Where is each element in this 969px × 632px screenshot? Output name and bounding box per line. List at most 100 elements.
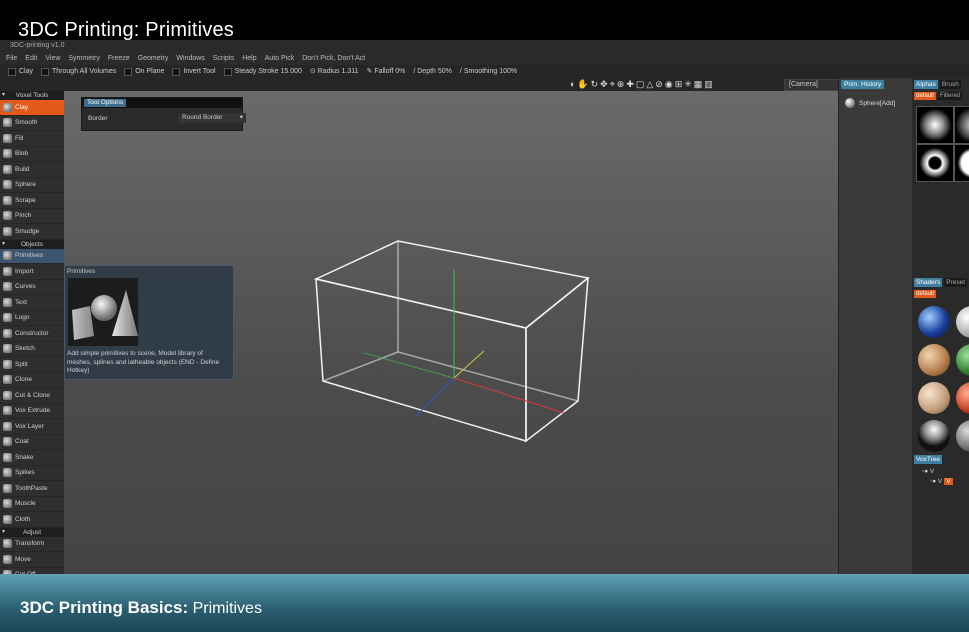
tool-pinch[interactable]: Pinch bbox=[0, 209, 64, 224]
radius-field[interactable]: ⊙ Radius 1.311 bbox=[310, 65, 359, 78]
steady-stroke-field[interactable]: Steady Stroke 15.000 bbox=[223, 65, 302, 78]
tool-import[interactable]: Import bbox=[0, 264, 64, 280]
tool-label: Move bbox=[15, 555, 31, 563]
tool-icon bbox=[3, 313, 12, 323]
alphas-tab[interactable]: Alphas bbox=[914, 80, 938, 89]
tool-clone[interactable]: Clone bbox=[0, 373, 64, 388]
tool-fill[interactable]: Fill bbox=[0, 131, 64, 147]
tool-vox-layer[interactable]: Vox Layer bbox=[0, 419, 64, 435]
menu-item[interactable]: Symmetry bbox=[68, 52, 100, 65]
tool-split[interactable]: Split bbox=[0, 357, 64, 373]
primitives-preview-icon bbox=[72, 290, 138, 340]
shader-swatch[interactable] bbox=[918, 382, 950, 414]
tool-icon bbox=[8, 67, 16, 76]
tool-label: Constructor bbox=[15, 329, 49, 337]
shader-swatch[interactable] bbox=[918, 344, 950, 376]
section-header-voxel-tools[interactable]: Voxel Tools bbox=[0, 91, 64, 100]
depth-field[interactable]: / Depth 50% bbox=[413, 65, 452, 78]
voxtree-tabs: VoxTree bbox=[914, 455, 942, 464]
tool-curves[interactable]: Curves bbox=[0, 280, 64, 295]
section-header-objects[interactable]: Objects bbox=[0, 239, 64, 249]
menu-item[interactable]: Scripts bbox=[213, 52, 234, 65]
shader-swatch[interactable] bbox=[956, 344, 969, 376]
menu-item[interactable]: Auto Pick bbox=[265, 52, 295, 65]
tool-vox-extrude[interactable]: Vox Extrude bbox=[0, 404, 64, 419]
menu-item[interactable]: View bbox=[45, 52, 60, 65]
tool-logo[interactable]: Logo bbox=[0, 311, 64, 326]
tool-snake[interactable]: Snake bbox=[0, 450, 64, 466]
shaders-tab[interactable]: Shaders bbox=[914, 278, 943, 287]
tool-cut-clone[interactable]: Cut & Clone bbox=[0, 388, 64, 404]
alphas-filtered-tag[interactable]: Filtered bbox=[938, 92, 963, 100]
alphas-default-tag[interactable]: default bbox=[914, 92, 937, 100]
presets-tab[interactable]: Preset bbox=[944, 278, 968, 287]
tool-transform[interactable]: Transform bbox=[0, 537, 64, 552]
shader-swatch[interactable] bbox=[918, 306, 950, 338]
tool-cloth[interactable]: Cloth bbox=[0, 512, 64, 528]
tool-move[interactable]: Move bbox=[0, 552, 64, 568]
tool-muscle[interactable]: Muscle bbox=[0, 497, 64, 512]
tool-options-tab[interactable]: Tool Options bbox=[84, 99, 127, 107]
tool-coat[interactable]: Coat bbox=[0, 435, 64, 450]
tool-label: Primitives bbox=[15, 252, 44, 260]
current-tool[interactable]: Clay bbox=[8, 65, 33, 78]
shader-swatch[interactable] bbox=[956, 420, 969, 452]
view-tool-icons[interactable]: ◐✋↻✥⌖⊕✚▢△⊘◉⊞✳▦▥ bbox=[570, 79, 715, 90]
section-header-adjust[interactable]: Adjust bbox=[0, 527, 64, 537]
sphere-icon bbox=[845, 98, 855, 108]
voxtree-root[interactable]: ◦● V bbox=[922, 468, 934, 475]
tool-smudge[interactable]: Smudge bbox=[0, 224, 64, 240]
menu-item[interactable]: Edit bbox=[25, 52, 37, 65]
prim-history-tab[interactable]: Prim. History bbox=[841, 80, 885, 89]
voxtree-tab[interactable]: VoxTree bbox=[914, 455, 942, 464]
shaders-default-tag[interactable]: default bbox=[914, 290, 937, 298]
tool-blob[interactable]: Blob bbox=[0, 147, 64, 162]
shader-swatch[interactable] bbox=[956, 382, 969, 414]
brush-alpha-4[interactable] bbox=[954, 144, 969, 182]
menu-item[interactable]: Freeze bbox=[108, 52, 130, 65]
smoothing-field[interactable]: / Smoothing 100% bbox=[460, 65, 517, 78]
tool-label: Text bbox=[15, 298, 27, 306]
tool-label: Clone bbox=[15, 376, 32, 384]
tool-clay[interactable]: Clay bbox=[0, 100, 64, 116]
history-item[interactable]: Sphere[Add] bbox=[845, 98, 895, 108]
voxtree-item[interactable]: ◦● V V bbox=[930, 478, 953, 485]
shader-swatch[interactable] bbox=[918, 420, 950, 452]
tool-scrape[interactable]: Scrape bbox=[0, 193, 64, 209]
menu-item[interactable]: Geometry bbox=[138, 52, 169, 65]
on-plane-checkbox[interactable]: On Plane bbox=[124, 65, 164, 78]
3d-viewport[interactable]: Tool Options Border Round Border ▾ Primi… bbox=[64, 91, 838, 574]
tool-icon bbox=[3, 282, 12, 292]
through-all-volumes-checkbox[interactable]: Through All Volumes bbox=[41, 65, 116, 78]
brush-alpha-2[interactable] bbox=[954, 106, 969, 144]
tool-spikes[interactable]: Spikes bbox=[0, 466, 64, 481]
tool-label: Cloth bbox=[15, 515, 31, 523]
brush-tab[interactable]: Brush bbox=[939, 80, 961, 89]
falloff-field[interactable]: ✎ Falloff 0% bbox=[367, 65, 406, 78]
tool-text[interactable]: Text bbox=[0, 295, 64, 311]
shader-swatch[interactable] bbox=[956, 306, 969, 338]
tool-icon bbox=[3, 251, 12, 261]
tool-toothpaste[interactable]: ToothPaste bbox=[0, 481, 64, 497]
tool-constructor[interactable]: Constructor bbox=[0, 326, 64, 342]
tool-icon bbox=[3, 406, 12, 416]
tool-icon bbox=[3, 297, 12, 307]
tool-label: Transform bbox=[15, 540, 45, 548]
tool-icon bbox=[3, 164, 12, 174]
border-select[interactable]: Round Border ▾ bbox=[178, 113, 246, 123]
menu-item[interactable]: Windows bbox=[176, 52, 204, 65]
tool-smooth[interactable]: Smooth bbox=[0, 116, 64, 131]
menu-item[interactable]: File bbox=[6, 52, 17, 65]
tool-primitives[interactable]: Primitives bbox=[0, 248, 64, 264]
tool-label: Vox Extrude bbox=[15, 407, 51, 415]
tool-build[interactable]: Build bbox=[0, 162, 64, 178]
brush-alpha-3[interactable] bbox=[916, 144, 954, 182]
camera-select[interactable]: [Camera] bbox=[784, 79, 842, 91]
menu-item[interactable]: Don't Pick, Don't Act bbox=[302, 52, 365, 65]
invert-tool-checkbox[interactable]: Invert Tool bbox=[172, 65, 216, 78]
tool-sketch[interactable]: Sketch bbox=[0, 342, 64, 357]
tool-sphere[interactable]: Sphere bbox=[0, 178, 64, 193]
brush-alpha-1[interactable] bbox=[916, 106, 954, 144]
menu-item[interactable]: Help bbox=[242, 52, 256, 65]
tool-label: Blob bbox=[15, 150, 29, 158]
